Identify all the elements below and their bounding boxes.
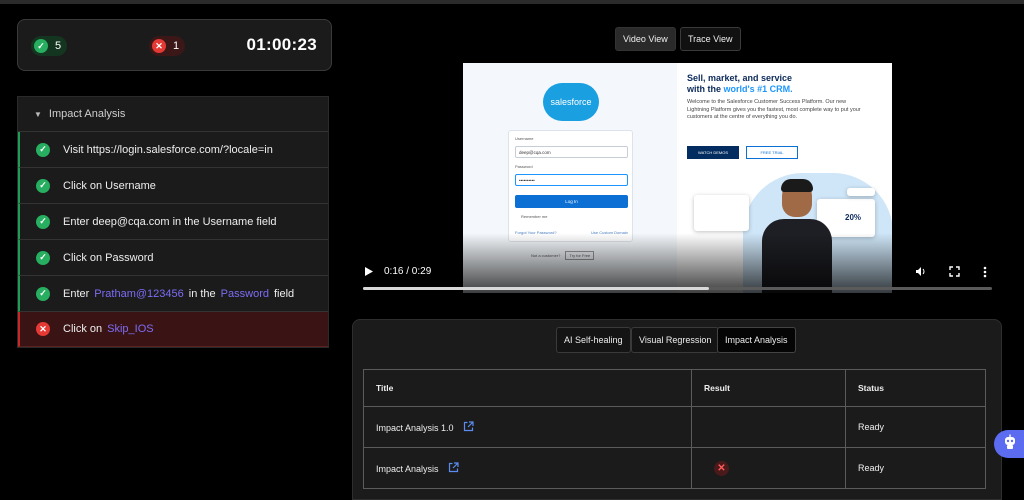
chevron-down-icon: ▼ [34,109,42,119]
step-row[interactable]: ✓ Visit https://login.salesforce.com/?lo… [18,132,328,168]
column-header-status: Status [845,369,986,407]
login-form: Username deep@cqa.com Password •••••••••… [508,130,633,242]
status-cell: Ready [845,406,986,448]
run-timer: 01:00:23 [246,35,317,54]
check-icon: ✓ [36,286,50,301]
hero-tag [847,188,875,196]
table-row: Impact Analysis 1.0 Ready [363,406,986,448]
time-display: 0:16 / 0:29 [384,266,432,277]
robot-icon [1003,434,1017,455]
step-row[interactable]: ✓ Click on Password [18,240,328,276]
password-label: Password [515,164,533,169]
step-field: Password [220,287,269,300]
step-row[interactable]: ✓ Enter Pratham@123456 in the Password f… [18,276,328,312]
row-title: Impact Analysis 1.0 [376,422,454,433]
step-row[interactable]: ✓ Enter deep@cqa.com in the Username fie… [18,204,328,240]
fail-result-icon: ✕ [714,460,729,476]
failed-count: 1 [173,40,180,52]
failed-count-badge: ✕ 1 [149,36,185,56]
check-icon: ✓ [36,214,50,229]
step-text-suffix: field [273,287,295,300]
passed-count-badge: ✓ 5 [31,36,67,56]
step-row[interactable]: ✓ Click on Username [18,168,328,204]
marketing-blurb: Welcome to the Salesforce Customer Succe… [687,99,861,120]
login-button: Log In [515,195,628,208]
external-link-icon[interactable] [463,420,474,434]
volume-icon[interactable] [915,266,927,280]
external-link-icon[interactable] [448,461,459,475]
remember-me: Remember me [521,214,548,219]
check-icon: ✓ [36,178,50,193]
username-label: Username [515,136,534,141]
analysis-panel: AI Self-healing Visual Regression Impact… [352,319,1002,500]
result-cell [691,406,846,448]
video-progress-fill [363,287,709,290]
title-cell: Impact Analysis [363,447,692,489]
marketing-headline: Sell, market, and service with the world… [687,73,793,94]
more-options-icon[interactable] [983,266,987,281]
video-player[interactable]: salesforce Username deep@cqa.com Passwor… [362,63,992,293]
hero-card [694,195,749,231]
steps-panel-title: Impact Analysis [48,108,126,120]
step-text-prefix: Enter [63,287,90,300]
step-text: Click on Password [63,251,154,264]
passed-count: 5 [55,40,62,52]
steps-panel: ▼ Impact Analysis ✓ Visit https://login.… [17,96,329,348]
close-icon: ✕ [152,39,166,53]
step-text: Enter deep@cqa.com in the Username field [63,215,277,228]
check-icon: ✓ [36,250,50,265]
salesforce-logo: salesforce [543,83,599,121]
play-icon[interactable] [364,266,374,280]
password-field: •••••••••• [515,174,628,186]
assistant-button[interactable] [994,430,1024,458]
step-row-failed[interactable]: ✕ Click on Skip_IOS [18,312,328,347]
username-field: deep@cqa.com [515,146,628,158]
step-text-mid: in the [188,287,216,300]
run-summary-card: ✓ 5 ✕ 1 01:00:23 [17,19,332,71]
tab-visual-regression[interactable]: Visual Regression [631,327,720,353]
tab-ai-self-healing[interactable]: AI Self-healing [556,327,631,353]
results-table: Title Result Status Impact Analysis 1.0 … [363,369,986,489]
check-icon: ✓ [36,142,50,157]
video-progress-bar[interactable] [363,287,992,290]
watch-demos-button: WATCH DEMOS [687,146,739,159]
table-row: Impact Analysis ✕ Ready [363,447,986,489]
step-target: Skip_IOS [107,323,154,335]
steps-panel-header[interactable]: ▼ Impact Analysis [18,97,328,132]
result-cell: ✕ [691,447,846,489]
step-text-prefix: Click on [63,323,103,335]
row-title: Impact Analysis [376,463,439,474]
column-header-result: Result [691,369,846,407]
step-text: Visit https://login.salesforce.com/?loca… [63,143,273,156]
check-icon: ✓ [34,39,48,53]
step-text: Click on Username [63,179,156,192]
step-value: Pratham@123456 [94,287,184,300]
video-view-button[interactable]: Video View [615,27,676,51]
free-trial-button: FREE TRIAL [746,146,798,159]
fullscreen-icon[interactable] [949,266,960,280]
top-bar [0,0,1024,4]
trace-view-button[interactable]: Trace View [680,27,741,51]
table-header-row: Title Result Status [363,369,986,407]
tab-impact-analysis[interactable]: Impact Analysis [717,327,796,353]
controls-gradient [362,233,992,293]
status-cell: Ready [845,447,986,489]
column-header-title: Title [363,369,692,407]
close-icon: ✕ [36,322,50,336]
title-cell: Impact Analysis 1.0 [363,406,692,448]
